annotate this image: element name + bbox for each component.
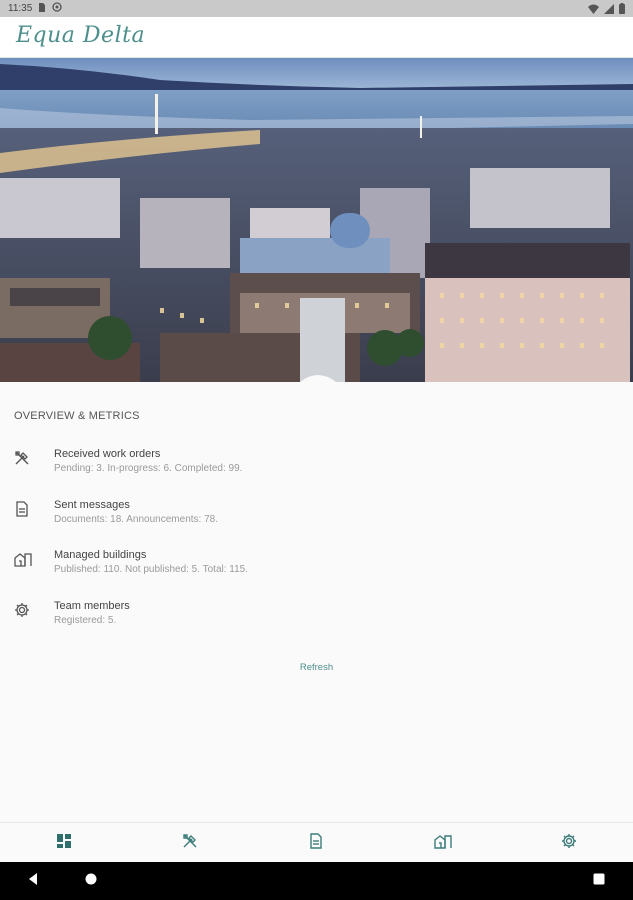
- signal-icon: [604, 3, 614, 17]
- hero-tab-indicator: [300, 346, 336, 382]
- buildings-icon: [434, 833, 452, 854]
- metric-desc: Registered: 5.: [54, 615, 117, 626]
- metric-title: Received work orders: [54, 448, 161, 460]
- metric-desc: Documents: 18. Announcements: 78.: [54, 514, 218, 525]
- home-icon[interactable]: [84, 872, 102, 890]
- tools-icon: [14, 450, 32, 468]
- nav-buildings[interactable]: [433, 833, 453, 853]
- metric-desc: Published: 110. Not published: 5. Total:…: [54, 564, 249, 575]
- buildings-icon: [14, 551, 32, 569]
- recents-icon[interactable]: [592, 872, 610, 890]
- status-right: [588, 3, 625, 17]
- nav-messages[interactable]: [306, 832, 326, 854]
- metric-title: Sent messages: [54, 499, 130, 511]
- metric-title: Team members: [54, 600, 130, 612]
- metric-desc: Pending: 3. In-progress: 6. Completed: 9…: [54, 463, 243, 474]
- nav-dashboard[interactable]: [54, 833, 74, 853]
- app-bar: Equa Delta: [0, 17, 633, 58]
- metric-messages[interactable]: Sent messages Documents: 18. Announcemen…: [0, 499, 633, 539]
- tools-icon: [182, 833, 198, 854]
- system-nav-bar: [0, 862, 633, 900]
- document-icon: [14, 501, 32, 519]
- metric-work-orders[interactable]: Received work orders Pending: 3. In-prog…: [0, 448, 633, 488]
- back-icon[interactable]: [26, 872, 44, 890]
- overview-panel: OVERVIEW & METRICS Received work orders …: [0, 382, 633, 822]
- app-logo: Equa Delta: [16, 23, 146, 48]
- overview-title: OVERVIEW & METRICS: [14, 410, 140, 422]
- at-sign-icon: [52, 2, 62, 15]
- bottom-nav: [0, 822, 633, 863]
- document-icon: [308, 832, 324, 854]
- nav-settings[interactable]: [559, 833, 579, 853]
- status-time: 11:35: [8, 3, 33, 14]
- metric-title: Managed buildings: [54, 549, 147, 561]
- nav-work-orders[interactable]: [180, 833, 200, 853]
- gear-icon: [561, 833, 577, 854]
- sim-card-icon: [38, 2, 46, 15]
- gear-icon: [14, 602, 32, 620]
- metric-buildings[interactable]: Managed buildings Published: 110. Not pu…: [0, 549, 633, 589]
- status-bar: 11:35: [0, 0, 633, 17]
- city-photo: [0, 58, 633, 382]
- wifi-icon: [588, 4, 599, 17]
- battery-icon: [619, 3, 625, 17]
- hero-image: [0, 58, 633, 382]
- refresh-button[interactable]: Refresh: [0, 662, 633, 673]
- metric-team[interactable]: Team members Registered: 5.: [0, 600, 633, 640]
- dashboard-icon: [57, 833, 71, 853]
